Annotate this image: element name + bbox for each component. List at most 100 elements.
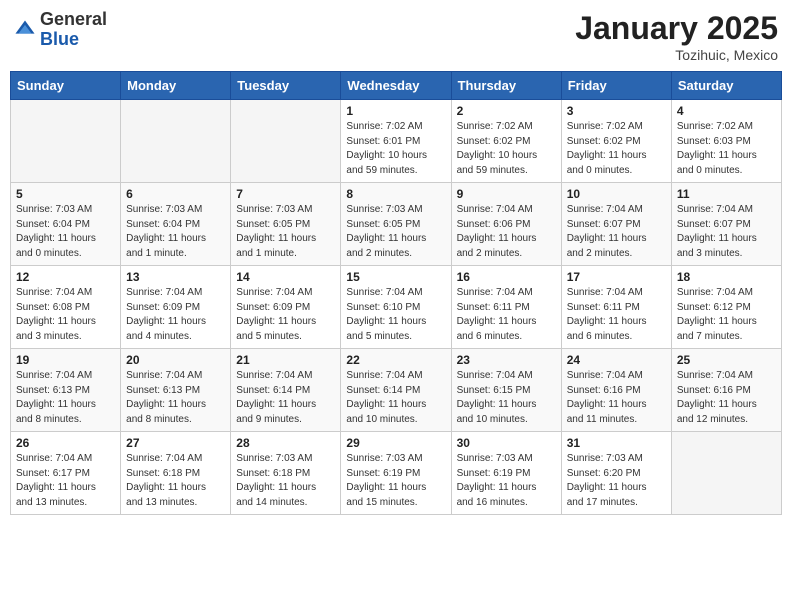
calendar-cell: 9 Sunrise: 7:04 AM Sunset: 6:06 PM Daylig… xyxy=(451,183,561,266)
calendar-cell: 20 Sunrise: 7:04 AM Sunset: 6:13 PM Dayli… xyxy=(121,349,231,432)
calendar-cell: 15 Sunrise: 7:04 AM Sunset: 6:10 PM Dayli… xyxy=(341,266,451,349)
day-number: 30 xyxy=(457,436,556,450)
day-detail: Sunrise: 7:03 AM Sunset: 6:05 PM Dayligh… xyxy=(346,203,445,261)
calendar-cell: 27Sunrise: 7:04 AM Sunset: 6:18 PM Dayli… xyxy=(121,432,231,515)
day-detail: Sunrise: 7:03 AM Sunset: 6:04 PM Dayligh… xyxy=(16,203,115,261)
day-detail: Sunrise: 7:04 AM Sunset: 6:10 PM Dayligh… xyxy=(346,286,445,344)
day-detail: Sunrise: 7:03 AM Sunset: 6:20 PM Dayligh… xyxy=(567,452,666,510)
calendar-cell: 18 Sunrise: 7:04 AM Sunset: 6:12 PM Dayli… xyxy=(671,266,781,349)
day-detail: Sunrise: 7:04 AM Sunset: 6:11 PM Dayligh… xyxy=(457,286,556,344)
day-detail: Sunrise: 7:03 AM Sunset: 6:04 PM Dayligh… xyxy=(126,203,225,261)
weekday-header-row: SundayMondayTuesdayWednesdayThursdayFrid… xyxy=(11,72,782,100)
day-detail: Sunrise: 7:04 AM Sunset: 6:13 PM Dayligh… xyxy=(126,369,225,427)
week-row-4: 19 Sunrise: 7:04 AM Sunset: 6:13 PM Dayli… xyxy=(11,349,782,432)
calendar-cell: 25Sunrise: 7:04 AM Sunset: 6:16 PM Dayli… xyxy=(671,349,781,432)
location-text: Tozihuic, Mexico xyxy=(575,47,778,63)
calendar-cell: 11 Sunrise: 7:04 AM Sunset: 6:07 PM Dayli… xyxy=(671,183,781,266)
calendar-cell: 1Sunrise: 7:02 AM Sunset: 6:01 PM Daylig… xyxy=(341,100,451,183)
day-number: 19 xyxy=(16,353,115,367)
day-number: 9 xyxy=(457,187,556,201)
day-detail: Sunrise: 7:04 AM Sunset: 6:12 PM Dayligh… xyxy=(677,286,776,344)
calendar-cell: 13Sunrise: 7:04 AM Sunset: 6:09 PM Dayli… xyxy=(121,266,231,349)
day-detail: Sunrise: 7:04 AM Sunset: 6:16 PM Dayligh… xyxy=(567,369,666,427)
day-number: 29 xyxy=(346,436,445,450)
calendar-cell: 16 Sunrise: 7:04 AM Sunset: 6:11 PM Dayli… xyxy=(451,266,561,349)
calendar-cell: 28 Sunrise: 7:03 AM Sunset: 6:18 PM Dayli… xyxy=(231,432,341,515)
day-number: 18 xyxy=(677,270,776,284)
logo-icon xyxy=(14,19,36,41)
weekday-header-wednesday: Wednesday xyxy=(341,72,451,100)
day-detail: Sunrise: 7:04 AM Sunset: 6:14 PM Dayligh… xyxy=(346,369,445,427)
calendar-cell: 22 Sunrise: 7:04 AM Sunset: 6:14 PM Dayli… xyxy=(341,349,451,432)
title-block: January 2025 Tozihuic, Mexico xyxy=(575,10,778,63)
day-number: 25 xyxy=(677,353,776,367)
month-title: January 2025 xyxy=(575,10,778,47)
day-detail: Sunrise: 7:02 AM Sunset: 6:02 PM Dayligh… xyxy=(457,120,556,178)
calendar-cell xyxy=(671,432,781,515)
day-number: 20 xyxy=(126,353,225,367)
day-number: 15 xyxy=(346,270,445,284)
day-number: 8 xyxy=(346,187,445,201)
day-detail: Sunrise: 7:02 AM Sunset: 6:03 PM Dayligh… xyxy=(677,120,776,178)
calendar-table: SundayMondayTuesdayWednesdayThursdayFrid… xyxy=(10,71,782,515)
weekday-header-saturday: Saturday xyxy=(671,72,781,100)
weekday-header-sunday: Sunday xyxy=(11,72,121,100)
calendar-cell: 21 Sunrise: 7:04 AM Sunset: 6:14 PM Dayli… xyxy=(231,349,341,432)
calendar-cell xyxy=(231,100,341,183)
calendar-cell: 30Sunrise: 7:03 AM Sunset: 6:19 PM Dayli… xyxy=(451,432,561,515)
day-number: 1 xyxy=(346,104,445,118)
calendar-cell: 23Sunrise: 7:04 AM Sunset: 6:15 PM Dayli… xyxy=(451,349,561,432)
day-number: 22 xyxy=(346,353,445,367)
day-number: 5 xyxy=(16,187,115,201)
day-number: 17 xyxy=(567,270,666,284)
day-detail: Sunrise: 7:04 AM Sunset: 6:14 PM Dayligh… xyxy=(236,369,335,427)
day-number: 28 xyxy=(236,436,335,450)
day-detail: Sunrise: 7:04 AM Sunset: 6:09 PM Dayligh… xyxy=(236,286,335,344)
day-detail: Sunrise: 7:03 AM Sunset: 6:05 PM Dayligh… xyxy=(236,203,335,261)
day-number: 10 xyxy=(567,187,666,201)
calendar-cell xyxy=(121,100,231,183)
day-number: 27 xyxy=(126,436,225,450)
calendar-cell: 31 Sunrise: 7:03 AM Sunset: 6:20 PM Dayli… xyxy=(561,432,671,515)
page-header: General Blue January 2025 Tozihuic, Mexi… xyxy=(10,10,782,63)
weekday-header-thursday: Thursday xyxy=(451,72,561,100)
day-number: 11 xyxy=(677,187,776,201)
calendar-cell: 8 Sunrise: 7:03 AM Sunset: 6:05 PM Daylig… xyxy=(341,183,451,266)
day-detail: Sunrise: 7:02 AM Sunset: 6:02 PM Dayligh… xyxy=(567,120,666,178)
weekday-header-monday: Monday xyxy=(121,72,231,100)
week-row-5: 26 Sunrise: 7:04 AM Sunset: 6:17 PM Dayli… xyxy=(11,432,782,515)
calendar-cell: 24 Sunrise: 7:04 AM Sunset: 6:16 PM Dayli… xyxy=(561,349,671,432)
day-number: 12 xyxy=(16,270,115,284)
day-detail: Sunrise: 7:03 AM Sunset: 6:19 PM Dayligh… xyxy=(346,452,445,510)
calendar-cell: 5 Sunrise: 7:03 AM Sunset: 6:04 PM Daylig… xyxy=(11,183,121,266)
day-detail: Sunrise: 7:04 AM Sunset: 6:07 PM Dayligh… xyxy=(677,203,776,261)
calendar-cell xyxy=(11,100,121,183)
week-row-3: 12Sunrise: 7:04 AM Sunset: 6:08 PM Dayli… xyxy=(11,266,782,349)
day-detail: Sunrise: 7:03 AM Sunset: 6:18 PM Dayligh… xyxy=(236,452,335,510)
day-number: 23 xyxy=(457,353,556,367)
day-number: 16 xyxy=(457,270,556,284)
day-detail: Sunrise: 7:04 AM Sunset: 6:17 PM Dayligh… xyxy=(16,452,115,510)
day-number: 4 xyxy=(677,104,776,118)
day-number: 2 xyxy=(457,104,556,118)
calendar-cell: 14 Sunrise: 7:04 AM Sunset: 6:09 PM Dayli… xyxy=(231,266,341,349)
day-number: 3 xyxy=(567,104,666,118)
day-number: 24 xyxy=(567,353,666,367)
day-number: 13 xyxy=(126,270,225,284)
calendar-cell: 7 Sunrise: 7:03 AM Sunset: 6:05 PM Daylig… xyxy=(231,183,341,266)
calendar-cell: 6 Sunrise: 7:03 AM Sunset: 6:04 PM Daylig… xyxy=(121,183,231,266)
day-number: 7 xyxy=(236,187,335,201)
day-number: 21 xyxy=(236,353,335,367)
day-number: 6 xyxy=(126,187,225,201)
logo-general-text: General xyxy=(40,9,107,29)
day-number: 31 xyxy=(567,436,666,450)
weekday-header-tuesday: Tuesday xyxy=(231,72,341,100)
day-detail: Sunrise: 7:04 AM Sunset: 6:06 PM Dayligh… xyxy=(457,203,556,261)
weekday-header-friday: Friday xyxy=(561,72,671,100)
calendar-cell: 29 Sunrise: 7:03 AM Sunset: 6:19 PM Dayli… xyxy=(341,432,451,515)
calendar-cell: 19Sunrise: 7:04 AM Sunset: 6:13 PM Dayli… xyxy=(11,349,121,432)
day-detail: Sunrise: 7:04 AM Sunset: 6:07 PM Dayligh… xyxy=(567,203,666,261)
day-number: 26 xyxy=(16,436,115,450)
calendar-cell: 26 Sunrise: 7:04 AM Sunset: 6:17 PM Dayli… xyxy=(11,432,121,515)
day-number: 14 xyxy=(236,270,335,284)
